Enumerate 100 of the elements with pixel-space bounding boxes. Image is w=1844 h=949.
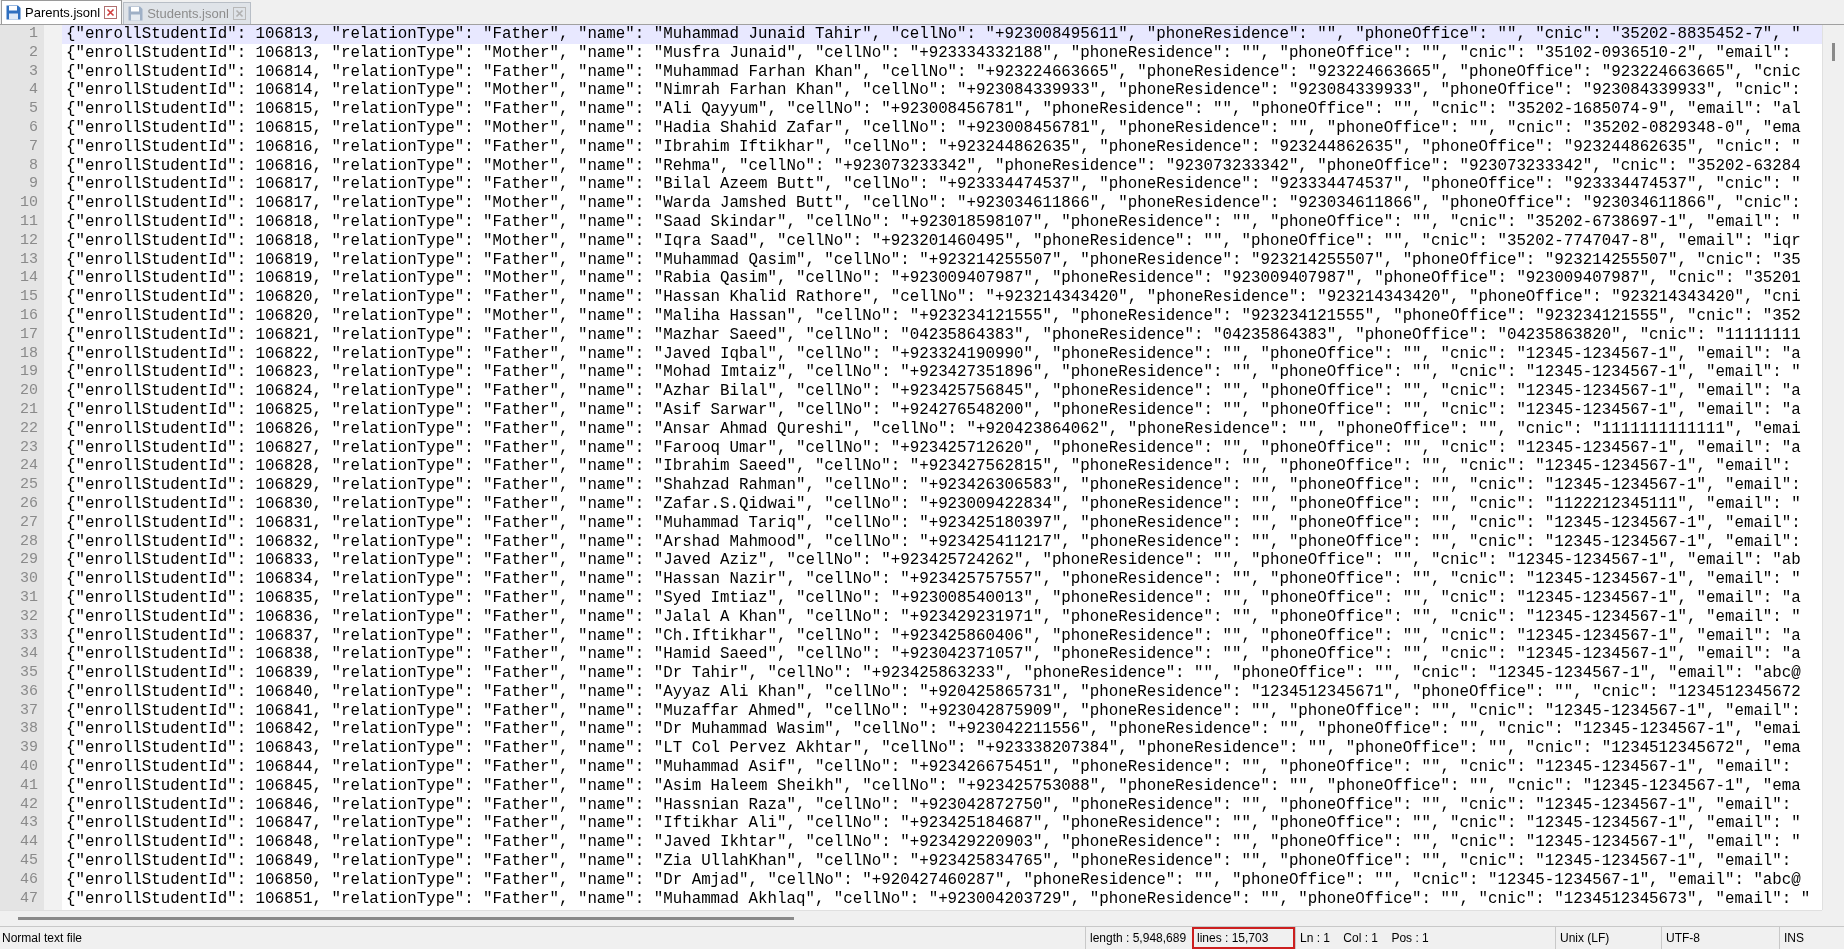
code-line: {"enrollStudentId": 106848, "relationType": "Father", "name": "Javed Ikhtar", "cellNo": "+923429220903", "phoneResidence": "", "phoneOffice": "", "cnic": "12345-1234567-1", "email": " <box>65 833 1802 853</box>
code-line: {"enrollStudentId": 106821, "relationType": "Father", "name": "Mazhar Saeed", "cellNo": "04235864383", "phoneResidence": "04235864383", "phoneOffice": "04235863820", "cnic": "11111111 <box>65 325 1802 345</box>
line-number: 28 <box>19 532 39 552</box>
code-line: {"enrollStudentId": 106814, "relationType": "Father", "name": "Muhammad Farhan Khan", "cellNo": "+923224663665", "phoneResidence": "923224663665", "phoneOffice": "923224663665", "cnic <box>65 62 1802 82</box>
status-field: UTF-8 <box>1661 927 1779 949</box>
code-line: {"enrollStudentId": 106820, "relationType": "Mother", "name": "Maliha Hassan", "cellNo": "+923234121555", "phoneResidence": "923234121555", "phoneOffice": "923234121555", "cnic": "352 <box>65 306 1802 326</box>
code-line: {"enrollStudentId": 106815, "relationType": "Father", "name": "Ali Qayyum", "cellNo": "+923008456781", "phoneResidence": "", "phoneOffice": "", "cnic": "35202-1685074-9", "email": "al <box>65 100 1802 119</box>
code-line: {"enrollStudentId": 106833, "relationType": "Father", "name": "Javed Aziz", "cellNo": "+923425724262", "phoneResidence": "", "phoneOffice": "", "cnic": "12345-1234567-1", "email": "ab <box>65 551 1802 571</box>
line-number: 20 <box>19 382 39 401</box>
line-number: 35 <box>19 664 39 683</box>
code-line: {"enrollStudentId": 106830, "relationType": "Father", "name": "Zafar.S.Qidwai", "cellNo": "+923009422834", "phoneResidence": "", "phoneOffice": "", "cnic": "1122212345111", "email": " <box>65 494 1802 514</box>
code-line: {"enrollStudentId": 106834, "relationType": "Father", "name": "Hassan Nazir", "cellNo": "+923425757557", "phoneResidence": "", "phoneOffice": "", "cnic": "12345-1234567-1", "email": " <box>65 570 1802 589</box>
line-number: 12 <box>19 231 39 251</box>
code-line: {"enrollStudentId": 106816, "relationType": "Father", "name": "Ibrahim Iftikhar", "cellNo": "+923244862635", "phoneResidence": "923244862635", "phoneOffice": "923244862635", "cnic": " <box>65 137 1802 157</box>
line-number: 37 <box>19 701 39 721</box>
code-line: {"enrollStudentId": 106828, "relationType": "Father", "name": "Ibrahim Saeed", "cellNo": "+923427562815", "phoneResidence": "", "phoneOffice": "", "cnic": "12345-1234567-1", "email": <box>65 457 1793 477</box>
file-tab[interactable]: Parents.jsonl <box>1 0 123 24</box>
line-number: 4 <box>28 81 39 101</box>
code-line: {"enrollStudentId": 106826, "relationType": "Father", "name": "Ansar Ahmad Qureshi", "cellNo": "+920423864062", "phoneResidence": "", "phoneOffice": "", "cnic": "1111111111111", "emai <box>65 419 1802 439</box>
line-number: 22 <box>19 419 39 439</box>
scrollbar-thumb[interactable] <box>18 917 794 920</box>
file-type-label: Normal text file <box>1 930 84 947</box>
line-number: 13 <box>19 250 39 270</box>
code-line: {"enrollStudentId": 106818, "relationType": "Father", "name": "Saad Skindar", "cellNo": "+923018598107", "phoneResidence": "", "phoneOffice": "", "cnic": "35202-6738697-1", "email": " <box>65 212 1802 232</box>
line-number: 6 <box>28 119 39 138</box>
code-line: {"enrollStudentId": 106838, "relationType": "Father", "name": "Hamid Saeed", "cellNo": "+923042371057", "phoneResidence": "", "phoneOffice": "", "cnic": "12345-1234567-1", "email": "a <box>65 645 1802 665</box>
line-number: 42 <box>19 795 39 815</box>
line-number: 36 <box>19 682 39 702</box>
line-number: 31 <box>19 588 39 608</box>
line-number: 44 <box>19 833 39 853</box>
line-number: 11 <box>19 212 39 232</box>
code-line: {"enrollStudentId": 106819, "relationType": "Mother", "name": "Rabia Qasim", "cellNo": "+923009407987", "phoneResidence": "923009407987", "phoneOffice": "923009407987", "cnic": "35201 <box>65 269 1802 289</box>
line-number: 41 <box>19 776 39 796</box>
line-number: 1 <box>28 25 39 44</box>
code-line: {"enrollStudentId": 106845, "relationType": "Father", "name": "Asim Haleem Sheikh", "cellNo": "+923425753088", "phoneResidence": "", "phoneOffice": "", "cnic": "12345-1234567-1", "ema <box>65 776 1802 796</box>
status-field: INS <box>1779 927 1844 949</box>
code-line: {"enrollStudentId": 106814, "relationType": "Mother", "name": "Nimrah Farhan Khan", "cellNo": "+923084339933", "phoneResidence": "923084339933", "phoneOffice": "923084339933", "cnic": <box>65 81 1802 101</box>
code-line: {"enrollStudentId": 106820, "relationType": "Father", "name": "Hassan Khalid Rathore", "cellNo": "+923214343420", "phoneResidence": "923214343420", "phoneOffice": "923214343420", "cni <box>65 288 1802 307</box>
line-number: 2 <box>28 43 39 63</box>
code-line: {"enrollStudentId": 106835, "relationType": "Father", "name": "Syed Imtiaz", "cellNo": "+923008540013", "phoneResidence": "", "phoneOffice": "", "cnic": "12345-1234567-1", "email": "a <box>65 588 1802 608</box>
line-number: 9 <box>28 175 39 195</box>
code-line: {"enrollStudentId": 106816, "relationType": "Mother", "name": "Rehma", "cellNo": "+923073233342", "phoneResidence": "923073233342", "phoneOffice": "923073233342", "cnic": "35202-63284 <box>65 156 1802 176</box>
code-line: {"enrollStudentId": 106818, "relationType": "Mother", "name": "Iqra Saad", "cellNo": "+923201460495", "phoneResidence": "", "phoneOffice": "", "cnic": "35202-7747047-8", "email": "iqr <box>65 231 1802 251</box>
code-line: {"enrollStudentId": 106815, "relationType": "Mother", "name": "Hadia Shahid Zafar", "cellNo": "+923008456781", "phoneResidence": "", "phoneOffice": "", "cnic": "35202-0829348-0", "ema <box>65 119 1802 138</box>
code-line: {"enrollStudentId": 106836, "relationType": "Father", "name": "Jalal A Khan", "cellNo": "+923429231971", "phoneResidence": "", "phoneOffice": "", "cnic": "12345-1234567-1", "email": " <box>65 607 1802 627</box>
code-line: {"enrollStudentId": 106839, "relationType": "Father", "name": "Dr Tahir", "cellNo": "+923425863233", "phoneResidence": "", "phoneOffice": "", "cnic": "12345-1234567-1", "email": "abc@ <box>65 664 1802 683</box>
line-number: 10 <box>19 194 39 213</box>
line-number: 8 <box>28 156 39 176</box>
code-line: {"enrollStudentId": 106843, "relationType": "Father", "name": "LT Col Pervez Akhtar", "cellNo": "+923338207384", "phoneResidence": "", "phoneOffice": "", "cnic": "1234512345672", "ema <box>65 739 1802 759</box>
line-number: 19 <box>19 363 39 383</box>
code-line: {"enrollStudentId": 106817, "relationType": "Mother", "name": "Warda Jamshed Butt", "cellNo": "+923034611866", "phoneResidence": "923034611866", "phoneOffice": "923034611866", "cnic": <box>65 194 1802 213</box>
status-field: Ln : 1 Col : 1 Pos : 1 <box>1295 927 1555 949</box>
code-line: {"enrollStudentId": 106817, "relationType": "Father", "name": "Bilal Azeem Butt", "cellNo": "+923334474537", "phoneResidence": "923334474537", "phoneOffice": "923334474537", "cnic": " <box>65 175 1802 195</box>
line-number: 46 <box>19 870 39 890</box>
line-number: 21 <box>19 400 39 420</box>
line-number: 45 <box>19 852 39 871</box>
line-number: 17 <box>19 325 39 345</box>
vertical-scrollbar[interactable] <box>1822 25 1844 910</box>
line-number: 23 <box>19 438 39 458</box>
line-number: 39 <box>19 739 39 759</box>
code-line: {"enrollStudentId": 106841, "relationType": "Father", "name": "Muzaffar Ahmed", "cellNo": "+923042875909", "phoneResidence": "", "phoneOffice": "", "cnic": "12345-1234567-1", "email": <box>65 701 1802 721</box>
close-icon[interactable] <box>104 6 118 19</box>
code-line: {"enrollStudentId": 106851, "relationType": "Father", "name": "Muhammad Akhlaq", "cellNo": "+923004203729", "phoneResidence": "", "phoneOffice": "", "cnic": "1234512345673", "email": " <box>65 889 1812 909</box>
code-line: {"enrollStudentId": 106825, "relationType": "Father", "name": "Asif Sarwar", "cellNo": "+924276548200", "phoneResidence": "", "phoneOffice": "", "cnic": "12345-1234567-1", "email": "a <box>65 400 1802 420</box>
line-number: 29 <box>19 551 39 571</box>
status-field: Unix (LF) <box>1555 927 1661 949</box>
code-line: {"enrollStudentId": 106840, "relationType": "Father", "name": "Ayyaz Ali Khan", "cellNo": "+920425865731", "phoneResidence": "1234512345671", "phoneOffice": "", "cnic": "1234512345672 <box>65 682 1802 702</box>
line-number: 16 <box>19 306 39 326</box>
line-number: 40 <box>19 758 39 777</box>
line-number: 34 <box>19 645 39 665</box>
line-number: 30 <box>19 570 39 589</box>
code-line: {"enrollStudentId": 106819, "relationType": "Father", "name": "Muhammad Qasim", "cellNo": "+923214255507", "phoneResidence": "923214255507", "phoneOffice": "923214255507", "cnic": "35 <box>65 250 1802 270</box>
code-line: {"enrollStudentId": 106832, "relationType": "Father", "name": "Arshad Mahmood", "cellNo": "+923425411217", "phoneResidence": "", "phoneOffice": "", "cnic": "12345-1234567-1", "email": <box>65 532 1802 552</box>
line-number: 24 <box>19 457 39 477</box>
status-field: length : 5,948,689 <box>1085 927 1192 949</box>
code-line: {"enrollStudentId": 106850, "relationType": "Father", "name": "Dr Amjad", "cellNo": "+920427460287", "phoneResidence": "", "phoneOffice": "", "cnic": "12345-1234567-1", "email": "abc@ <box>65 870 1802 890</box>
code-line: {"enrollStudentId": 106827, "relationType": "Father", "name": "Farooq Umar", "cellNo": "+923425712620", "phoneResidence": "", "phoneOffice": "", "cnic": "12345-1234567-1", "email": "a <box>65 438 1802 458</box>
line-number: 26 <box>19 494 39 514</box>
scrollbar-thumb[interactable] <box>1832 43 1835 61</box>
line-number: 47 <box>19 889 39 909</box>
line-number: 33 <box>19 626 39 646</box>
line-number: 25 <box>19 476 39 495</box>
line-number: 7 <box>28 137 39 157</box>
line-number: 38 <box>19 720 39 740</box>
status-field: lines : 15,703 <box>1192 927 1295 949</box>
code-line: {"enrollStudentId": 106846, "relationType": "Father", "name": "Hassnian Raza", "cellNo": "+923042872750", "phoneResidence": "", "phoneOffice": "", "cnic": "12345-1234567-1", "email": <box>65 795 1793 815</box>
code-line: {"enrollStudentId": 106824, "relationType": "Father", "name": "Azhar Bilal", "cellNo": "+923425756845", "phoneResidence": "", "phoneOffice": "", "cnic": "12345-1234567-1", "email": "a <box>65 382 1802 401</box>
code-line: {"enrollStudentId": 106823, "relationType": "Father", "name": "Mohad Imtaiz", "cellNo": "+923427351896", "phoneResidence": "", "phoneOffice": "", "cnic": "12345-1234567-1", "email": " <box>65 363 1802 383</box>
line-number: 5 <box>28 100 39 119</box>
line-number: 43 <box>19 814 39 834</box>
code-line: {"enrollStudentId": 106822, "relationType": "Father", "name": "Javed Iqbal", "cellNo": "+923324190990", "phoneResidence": "", "phoneOffice": "", "cnic": "12345-1234567-1", "email": "a <box>65 344 1802 364</box>
code-line: {"enrollStudentId": 106831, "relationType": "Father", "name": "Muhammad Tariq", "cellNo": "+923425180397", "phoneResidence": "", "phoneOffice": "", "cnic": "12345-1234567-1", "email": <box>65 513 1802 533</box>
code-line: {"enrollStudentId": 106829, "relationType": "Father", "name": "Shahzad Rahman", "cellNo": "+923426306583", "phoneResidence": "", "phoneOffice": "", "cnic": "12345-1234567-1", "email": <box>65 476 1802 495</box>
code-line: {"enrollStudentId": 106813, "relationType": "Mother", "name": "Musfra Junaid", "cellNo": "+923334332188", "phoneResidence": "", "phoneOffice": "", "cnic": "35102-0936510-2", "email": <box>65 43 1793 63</box>
code-line: {"enrollStudentId": 106844, "relationType": "Father", "name": "Muhammad Asif", "cellNo": "+923426675451", "phoneResidence": "", "phoneOffice": "", "cnic": "12345-1234567-1", "email": <box>65 758 1793 777</box>
code-line: {"enrollStudentId": 106849, "relationType": "Father", "name": "Zia UllahKhan", "cellNo": "+923425834765", "phoneResidence": "", "phoneOffice": "", "cnic": "12345-1234567-1", "email": <box>65 852 1793 871</box>
line-number: 3 <box>28 62 39 82</box>
code-line: {"enrollStudentId": 106842, "relationType": "Father", "name": "Dr Muhammad Wasim", "cellNo": "+923042211556", "phoneResidence": "", "phoneOffice": "", "cnic": "12345-1234567-1", "emai <box>65 720 1802 740</box>
code-line: {"enrollStudentId": 106847, "relationType": "Father", "name": "Iftikhar Ali", "cellNo": "+923425184687", "phoneResidence": "", "phoneOffice": "", "cnic": "12345-1234567-1", "email": " <box>65 814 1802 834</box>
line-number: 18 <box>19 344 39 364</box>
